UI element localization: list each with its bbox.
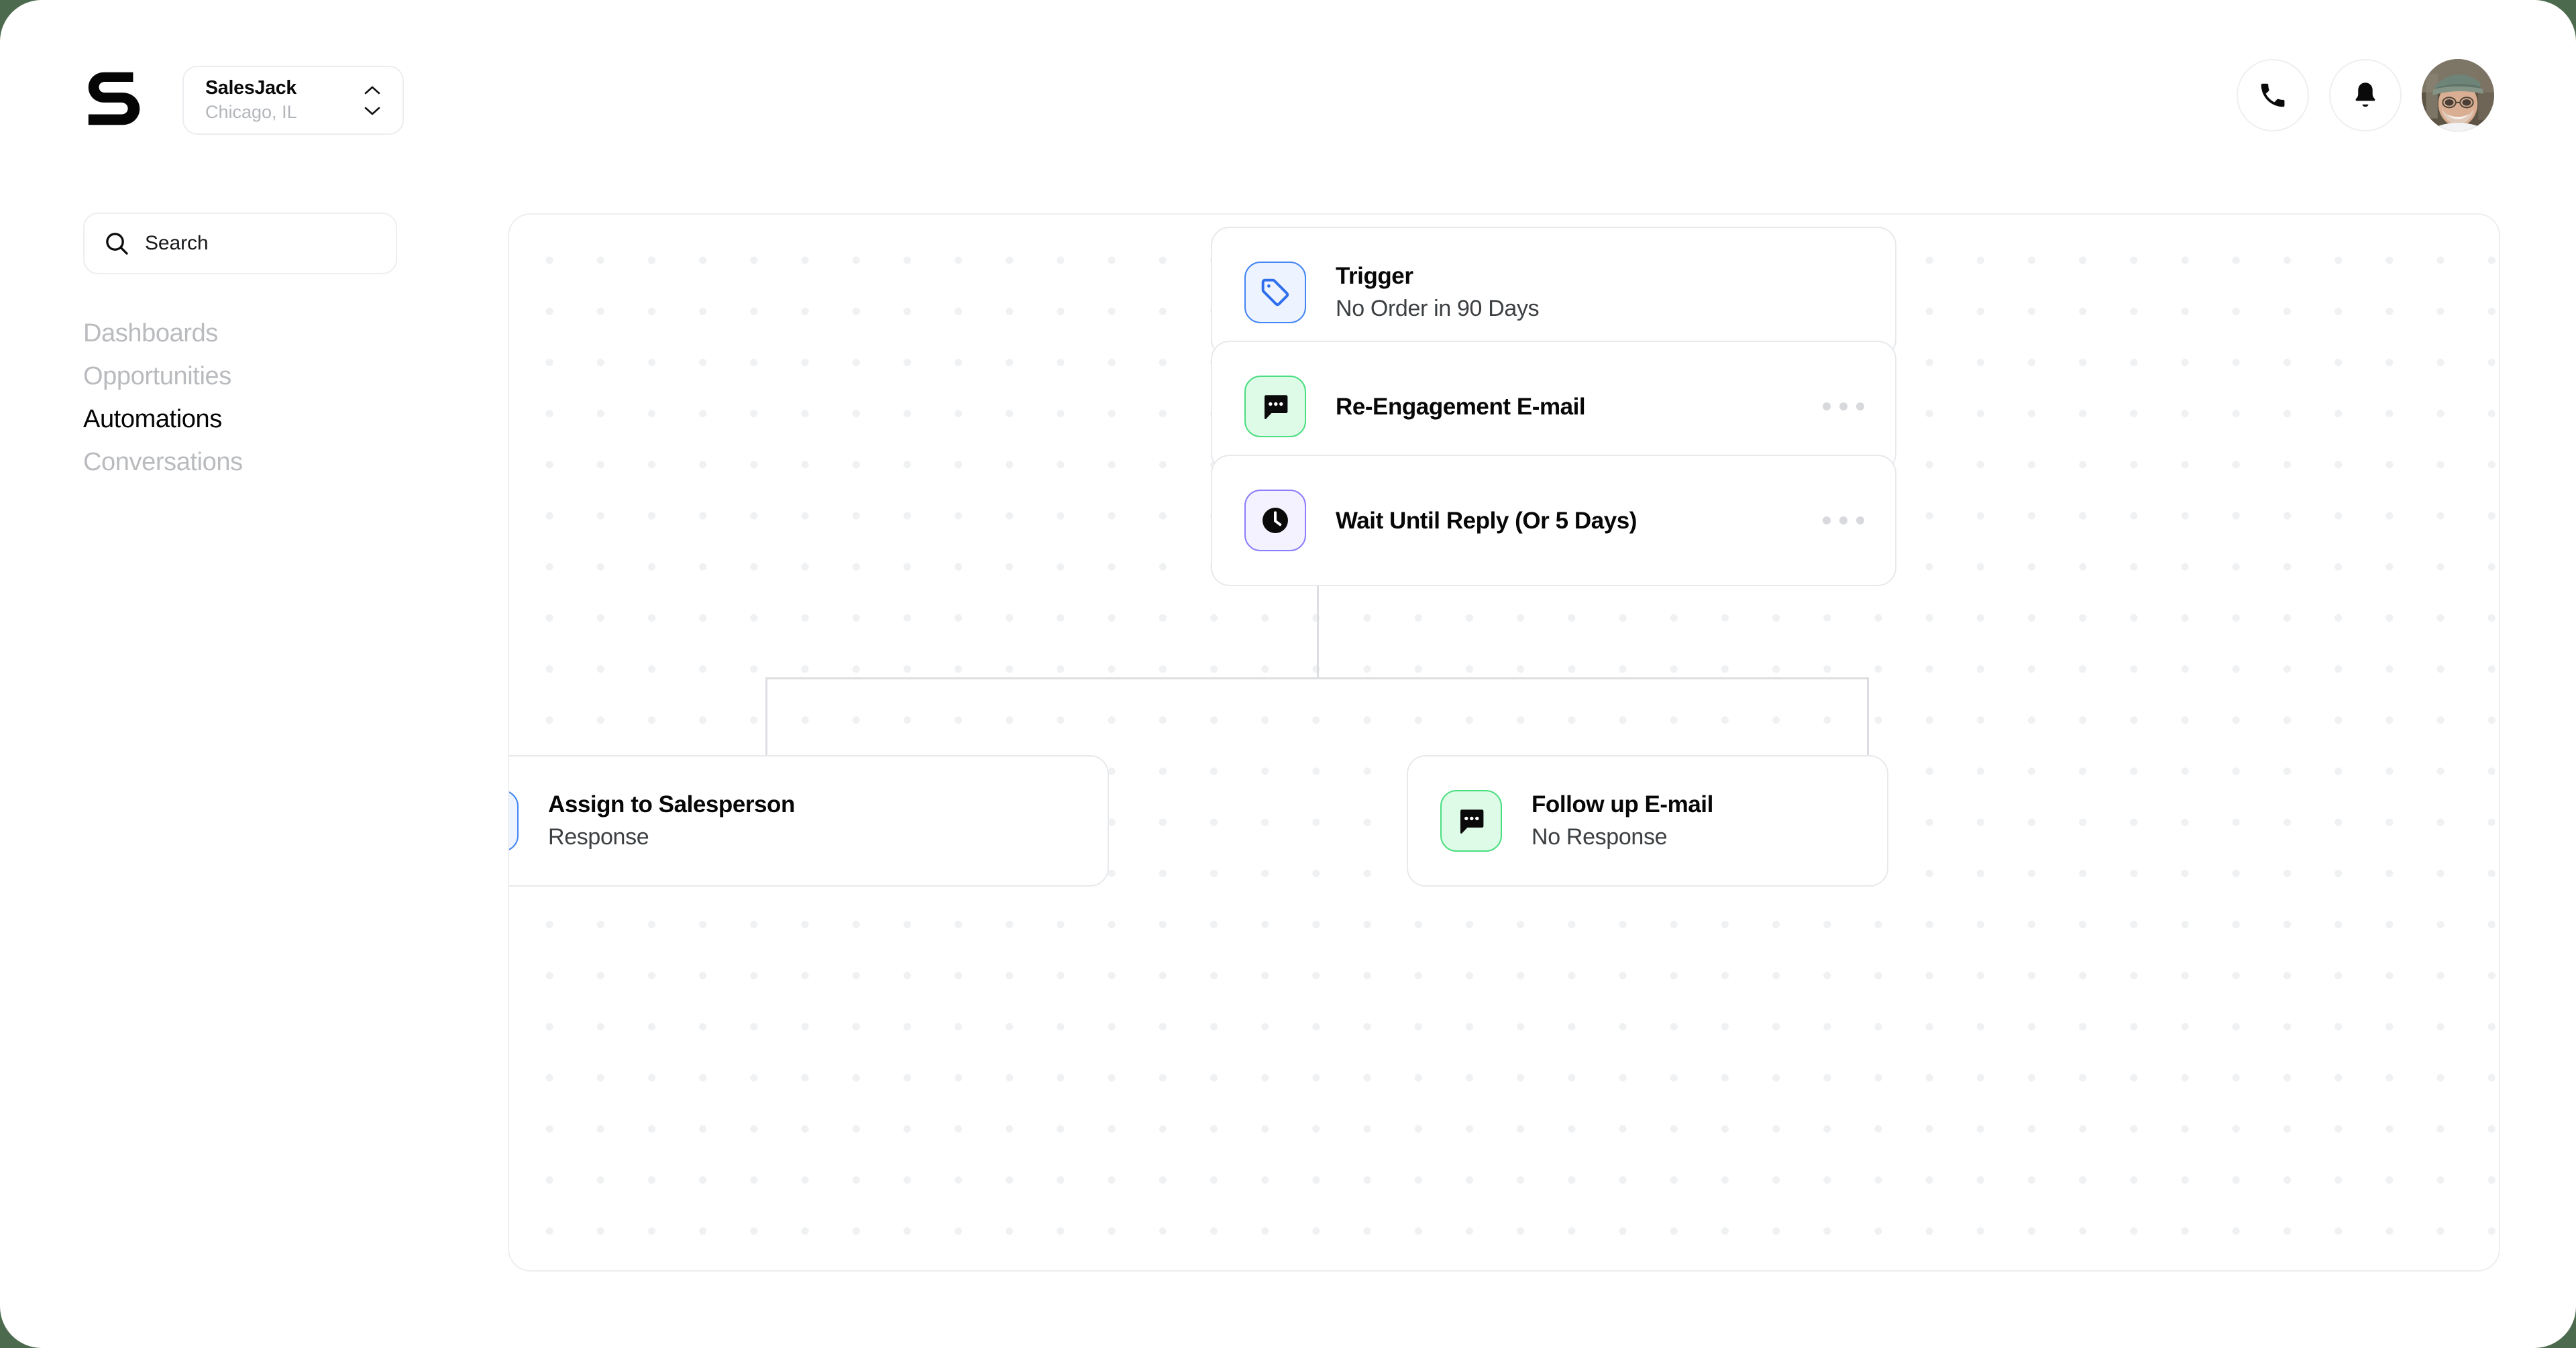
avatar[interactable]	[2422, 59, 2494, 131]
dot	[1823, 516, 1831, 524]
search-icon	[106, 233, 128, 255]
node-subtitle: No Order in 90 Days	[1336, 295, 1540, 321]
follow-up-node-text: Follow up E-mail No Response	[1532, 791, 1856, 851]
chevron-up-down-icon	[362, 85, 382, 116]
dot	[1856, 402, 1864, 410]
bell-icon-button[interactable]	[2329, 59, 2402, 131]
flow-node-trigger[interactable]: Trigger No Order in 90 Days	[1211, 227, 1896, 358]
node-more-options-button[interactable]	[1823, 395, 1864, 418]
workspace-texts: SalesJack Chicago, IL	[205, 76, 362, 124]
sidebar-item-dashboards[interactable]: Dashboards	[83, 312, 218, 355]
connector-branch-bar	[765, 677, 1869, 679]
dot	[1839, 402, 1847, 410]
node-title: Re-Engagement E-mail	[1336, 393, 1586, 420]
search-input[interactable]: Search	[83, 213, 397, 274]
sidebar-nav: Dashboards Opportunities Automations Con…	[83, 312, 510, 484]
dot	[1856, 516, 1864, 524]
flow-graph: Trigger No Order in 90 Days Re-Engagemen…	[509, 215, 2499, 1270]
node-more-options-button[interactable]	[1823, 509, 1864, 532]
sidebar-item-conversations[interactable]: Conversations	[83, 441, 243, 484]
tag-icon	[1244, 262, 1306, 323]
node-title: Assign to Salesperson	[548, 791, 795, 818]
topbar-actions	[2237, 59, 2494, 131]
sidebar: Search Dashboards Opportunities Automati…	[0, 194, 510, 1348]
search-placeholder: Search	[145, 232, 209, 254]
app-window: SalesJack Chicago, IL Search Dashboards …	[0, 0, 2576, 1348]
connector-wait-stem	[1317, 585, 1319, 679]
workspace-switcher[interactable]: SalesJack Chicago, IL	[182, 66, 404, 135]
dot	[1823, 402, 1831, 410]
dot	[1839, 516, 1847, 524]
node-title: Trigger	[1336, 262, 1413, 289]
message-bubble-icon	[1440, 790, 1502, 852]
message-bubble-icon	[1244, 376, 1306, 437]
bell-icon	[2355, 82, 2375, 107]
connector-branch-left-drop	[765, 677, 767, 755]
phone-icon	[2261, 83, 2285, 107]
clock-icon	[1244, 490, 1306, 551]
node-subtitle: No Response	[1532, 824, 1668, 850]
node-title: Follow up E-mail	[1532, 791, 1713, 818]
user-check-icon	[509, 790, 519, 852]
trigger-node-text: Trigger No Order in 90 Days	[1336, 262, 1864, 323]
workspace-location: Chicago, IL	[205, 102, 297, 123]
sidebar-item-automations[interactable]: Automations	[83, 398, 222, 441]
assign-node-text: Assign to Salesperson Response	[548, 791, 1077, 851]
workspace-name: SalesJack	[205, 76, 297, 99]
sidebar-item-opportunities[interactable]: Opportunities	[83, 355, 231, 398]
wait-node-text: Wait Until Reply (Or 5 Days)	[1336, 509, 1807, 532]
re-engagement-node-text: Re-Engagement E-mail	[1336, 395, 1807, 418]
s-logo-icon	[82, 66, 148, 131]
node-title: Wait Until Reply (Or 5 Days)	[1336, 507, 1637, 534]
phone-icon-button[interactable]	[2237, 59, 2309, 131]
top-bar: SalesJack Chicago, IL	[0, 0, 2576, 194]
flow-node-re-engagement-email[interactable]: Re-Engagement E-mail	[1211, 341, 1896, 472]
flow-node-follow-up-email[interactable]: Follow up E-mail No Response	[1407, 755, 1888, 887]
flow-node-wait-until-reply[interactable]: Wait Until Reply (Or 5 Days)	[1211, 455, 1896, 586]
flow-node-assign-to-salesperson[interactable]: Assign to Salesperson Response	[509, 755, 1109, 887]
node-subtitle: Response	[548, 824, 649, 850]
connector-branch-right-drop	[1867, 677, 1869, 755]
automation-canvas[interactable]: Trigger No Order in 90 Days Re-Engagemen…	[508, 213, 2500, 1272]
